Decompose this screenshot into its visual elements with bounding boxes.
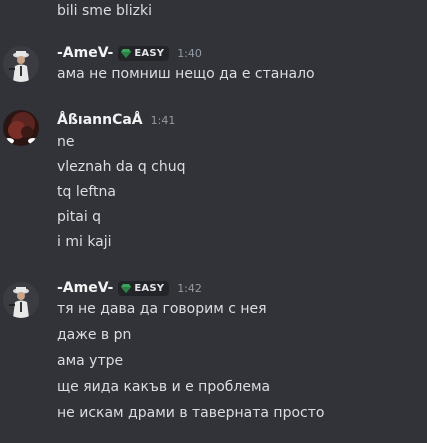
username[interactable]: ÅßıannCaÅ bbox=[57, 112, 143, 128]
message-line: vleznah da q chuq bbox=[57, 159, 186, 175]
message-line: ще яида какъв и е проблема bbox=[57, 379, 271, 395]
tag-label: EASY bbox=[134, 282, 165, 294]
message-line: тя не дава да говорим с нея bbox=[57, 301, 267, 317]
message-line: bili sme blizki bbox=[57, 3, 153, 19]
message-line: не искам драми в таверната просто bbox=[57, 405, 325, 421]
message-line: tq leftna bbox=[57, 184, 116, 200]
message-line: i mi kaji bbox=[57, 234, 112, 250]
gem-icon bbox=[121, 48, 132, 58]
avatar-icon bbox=[3, 46, 39, 82]
avatar-icon bbox=[3, 110, 39, 146]
server-tag[interactable]: EASY bbox=[118, 280, 170, 296]
message-line: ама утре bbox=[57, 353, 124, 369]
avatar[interactable] bbox=[3, 110, 39, 146]
server-tag[interactable]: EASY bbox=[118, 45, 170, 61]
chat-messages: bili sme blizki -AmeV- EASY 1:40 ама не … bbox=[0, 0, 427, 443]
message-line: pitai q bbox=[57, 209, 102, 225]
username[interactable]: -AmeV- bbox=[57, 45, 113, 61]
message-line: даже в pn bbox=[57, 327, 132, 343]
gem-icon bbox=[121, 283, 132, 293]
message-header: -AmeV- EASY 1:42 bbox=[57, 279, 202, 297]
tag-label: EASY bbox=[134, 47, 165, 59]
message-header: -AmeV- EASY 1:40 bbox=[57, 44, 202, 62]
message-header: ÅßıannCaÅ 1:41 bbox=[57, 111, 175, 129]
avatar-icon bbox=[3, 282, 39, 318]
timestamp[interactable]: 1:40 bbox=[177, 47, 202, 60]
message-line: ама не помниш нещо да е станало bbox=[57, 66, 315, 82]
message-line: ne bbox=[57, 134, 75, 150]
avatar[interactable] bbox=[3, 46, 39, 82]
timestamp[interactable]: 1:42 bbox=[177, 282, 202, 295]
timestamp[interactable]: 1:41 bbox=[151, 114, 176, 127]
avatar[interactable] bbox=[3, 282, 39, 318]
username[interactable]: -AmeV- bbox=[57, 280, 113, 296]
